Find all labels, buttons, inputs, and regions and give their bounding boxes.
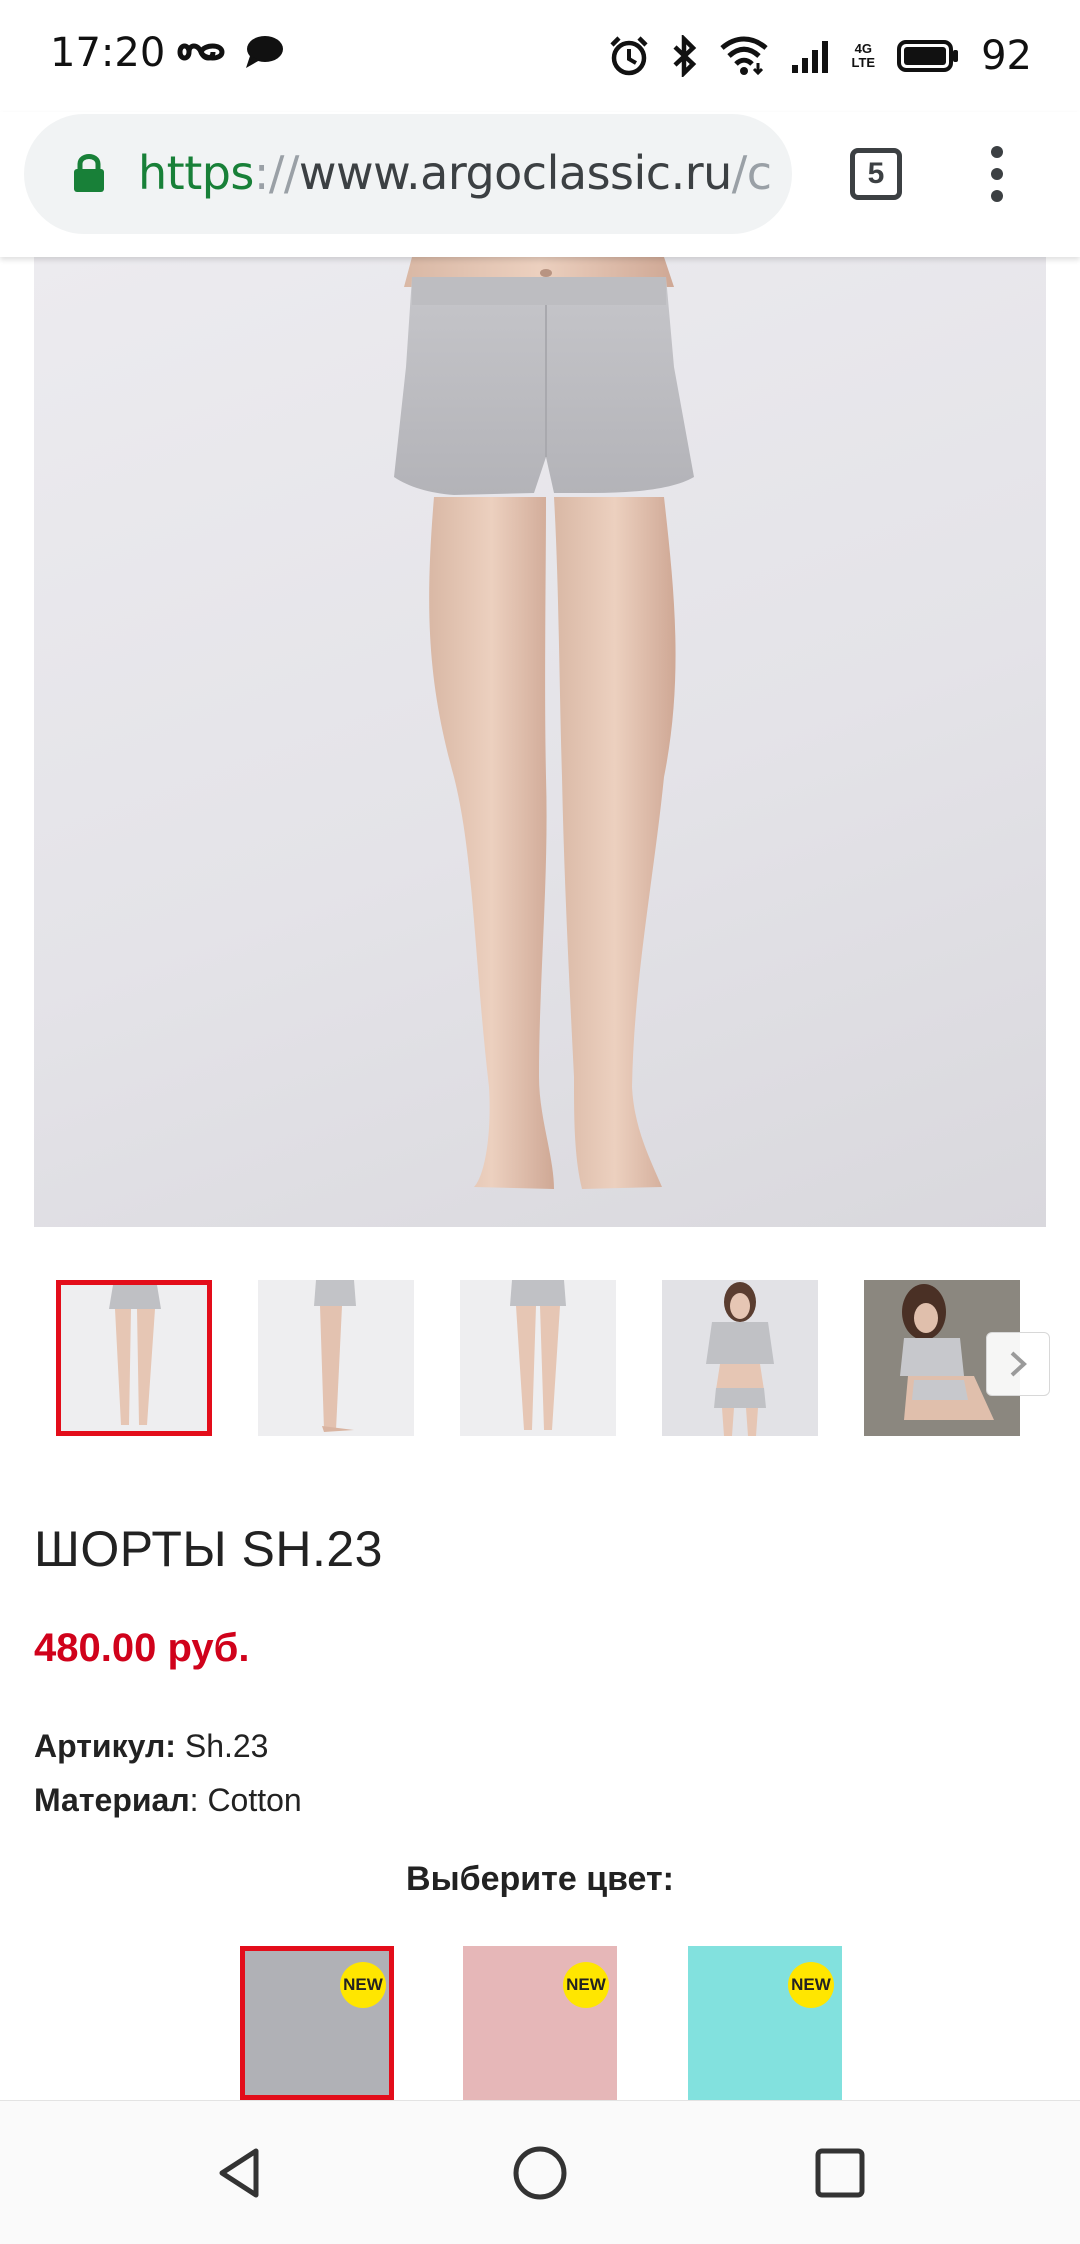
system-icons: 4G LTE 92 [608, 26, 1032, 86]
battery-icon [897, 40, 959, 72]
notification-icons [176, 34, 284, 70]
dot-icon [991, 190, 1003, 202]
material-label: Материал [34, 1782, 190, 1818]
clock: 17:20 [50, 30, 166, 76]
new-badge: NEW [563, 1962, 609, 2008]
product-sku: Артикул: Sh.23 [34, 1728, 268, 1765]
url-text[interactable]: https://www.argoclassic.ru/c [138, 146, 772, 200]
material-value: : Cotton [189, 1782, 302, 1818]
lock-icon [74, 154, 104, 192]
browser-toolbar: https://www.argoclassic.ru/c 5 [0, 112, 1080, 257]
thumbnail-strip [56, 1280, 1056, 1440]
recents-icon[interactable] [810, 2143, 870, 2203]
sku-value: Sh.23 [175, 1728, 269, 1764]
url-scheme: https [138, 146, 254, 200]
sku-label: Артикул: [34, 1728, 176, 1764]
status-bar: 17:20 4G LTE 92 [0, 0, 1080, 112]
chat-bubble-icon [246, 36, 283, 68]
url-separator: :// [253, 146, 300, 200]
new-badge: NEW [340, 1962, 386, 2008]
product-material: Материал: Cotton [34, 1782, 302, 1819]
battery-percent: 92 [981, 33, 1032, 79]
thumbnails-next-button[interactable] [986, 1332, 1050, 1396]
address-bar[interactable]: https://www.argoclassic.ru/c [24, 114, 792, 234]
tab-switcher-button[interactable]: 5 [850, 148, 902, 200]
back-icon[interactable] [210, 2143, 270, 2203]
thumbnail-2[interactable] [258, 1280, 414, 1436]
dot-icon [991, 168, 1003, 180]
thumbnail-1[interactable] [56, 1280, 212, 1436]
new-badge: NEW [788, 1962, 834, 2008]
color-swatch-pink[interactable]: NEW [463, 1946, 617, 2100]
dot-icon [991, 146, 1003, 158]
product-price: 480.00 руб. [34, 1626, 250, 1670]
color-swatch-grey[interactable]: NEW [240, 1946, 394, 2100]
wifi-icon [719, 36, 768, 76]
home-icon[interactable] [510, 2143, 570, 2203]
network-type-icon: 4G LTE [851, 41, 876, 70]
overflow-menu-button[interactable] [982, 146, 1012, 206]
choose-color-heading: Выберите цвет: [406, 1860, 674, 1898]
alarm-icon [609, 36, 648, 76]
bluetooth-icon [672, 35, 696, 77]
signal-icon [791, 41, 828, 73]
color-swatch-mint[interactable]: NEW [688, 1946, 842, 2100]
product-main-image[interactable] [34, 257, 1046, 1227]
thumbnail-3[interactable] [460, 1280, 616, 1436]
thumbnail-4[interactable] [662, 1280, 818, 1436]
system-navigation-bar [0, 2100, 1080, 2244]
url-path: /c [731, 146, 772, 200]
infinity-icon [177, 43, 225, 61]
chevron-right-icon [1010, 1351, 1027, 1377]
product-photo [394, 257, 694, 1189]
url-host: www.argoclassic.ru [298, 146, 732, 200]
product-title: ШОРТЫ SH.23 [34, 1521, 383, 1577]
